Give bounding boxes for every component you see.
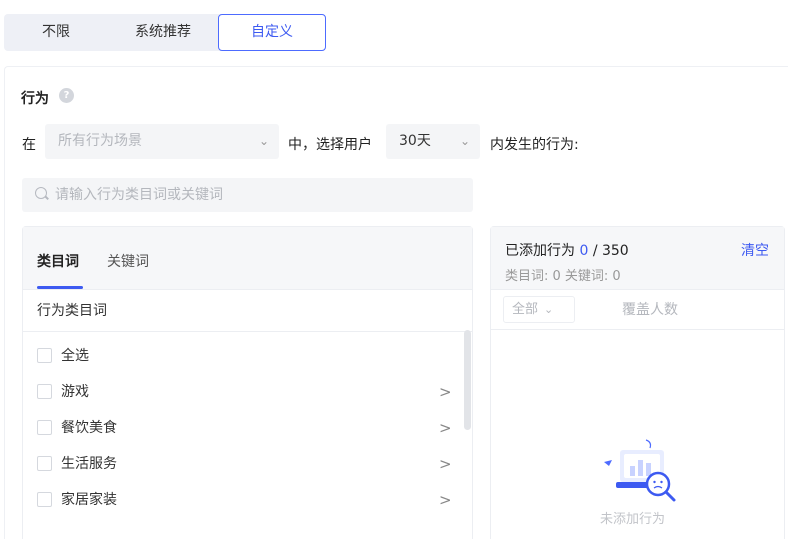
list-item[interactable]: 餐饮美食 > (23, 410, 463, 446)
list-item[interactable]: 生活服务 > (23, 446, 463, 482)
category-tabs: 类目词 关键词 (23, 227, 472, 290)
section-title: 行为 (21, 91, 49, 107)
search-input[interactable] (55, 178, 455, 212)
scrollbar-thumb[interactable] (464, 330, 471, 430)
mode-tabs: 不限 系统推荐 自定义 (4, 14, 326, 51)
middle-label: 中，选择用户 (288, 137, 372, 153)
tab-category-words[interactable]: 类目词 (37, 251, 79, 271)
list-item[interactable]: 游戏 > (23, 374, 463, 410)
added-label: 已添加行为 (505, 243, 575, 259)
tab-custom[interactable]: 自定义 (218, 14, 326, 51)
search-box (22, 178, 473, 212)
scene-select-placeholder: 所有行为场景 (58, 133, 142, 149)
selected-summary: 已添加行为 0 / 350 类目词: 0 关键词: 0 清空 (491, 227, 784, 290)
cover-count-header: 覆盖人数 (622, 302, 678, 318)
added-count-line: 已添加行为 0 / 350 (505, 240, 629, 260)
prefix-label: 在 (22, 137, 36, 153)
added-count: 0 (579, 243, 589, 259)
checkbox[interactable] (37, 456, 52, 471)
filter-label: 全部 (512, 302, 539, 317)
days-select[interactable]: 30天 ⌄ (386, 124, 480, 159)
checkbox[interactable] (37, 348, 52, 363)
paper-plane-icon (604, 460, 612, 466)
selected-header: 全部 ⌄ 覆盖人数 (491, 290, 784, 330)
added-max: / 350 (592, 243, 629, 259)
list-item-select-all[interactable]: 全选 (23, 338, 463, 374)
scene-select[interactable]: 所有行为场景 ⌄ (45, 124, 279, 159)
checkbox[interactable] (37, 384, 52, 399)
list-item-label: 餐饮美食 (61, 420, 117, 436)
chevron-right-icon[interactable]: > (439, 374, 452, 410)
chevron-down-icon: ⌄ (459, 134, 470, 148)
active-tab-indicator (37, 286, 83, 289)
list-item-label: 全选 (61, 348, 89, 364)
checkbox[interactable] (37, 420, 52, 435)
added-stats: 类目词: 0 关键词: 0 (505, 269, 621, 284)
empty-state-text: 未添加行为 (600, 512, 666, 527)
clear-button[interactable]: 清空 (741, 240, 769, 260)
checkbox[interactable] (37, 492, 52, 507)
category-panel: 类目词 关键词 行为类目词 全选 游戏 > 餐饮美食 > 生活服务 > 家居家装… (22, 226, 473, 539)
empty-state-illustration (604, 439, 676, 502)
chevron-right-icon[interactable]: > (439, 482, 452, 518)
tab-keywords[interactable]: 关键词 (107, 251, 149, 271)
tab-unlimited[interactable]: 不限 (4, 14, 108, 51)
list-item[interactable]: 家居家装 > (23, 482, 463, 518)
chevron-down-icon: ⌄ (258, 134, 269, 148)
list-item-label: 游戏 (61, 384, 89, 400)
chevron-right-icon[interactable]: > (439, 410, 452, 446)
list-item-label: 家居家装 (61, 492, 117, 508)
search-icon (35, 187, 47, 199)
list-item-label: 生活服务 (61, 456, 117, 472)
category-header: 行为类目词 (23, 290, 472, 332)
days-select-value: 30天 (399, 133, 431, 149)
suffix-label: 内发生的行为: (490, 137, 579, 153)
tab-system-recommend[interactable]: 系统推荐 (108, 14, 218, 51)
filter-dropdown[interactable]: 全部 ⌄ (503, 296, 575, 323)
question-circle-icon[interactable]: ? (59, 88, 74, 103)
chevron-right-icon[interactable]: > (439, 446, 452, 482)
chevron-down-icon: ⌄ (544, 303, 554, 316)
